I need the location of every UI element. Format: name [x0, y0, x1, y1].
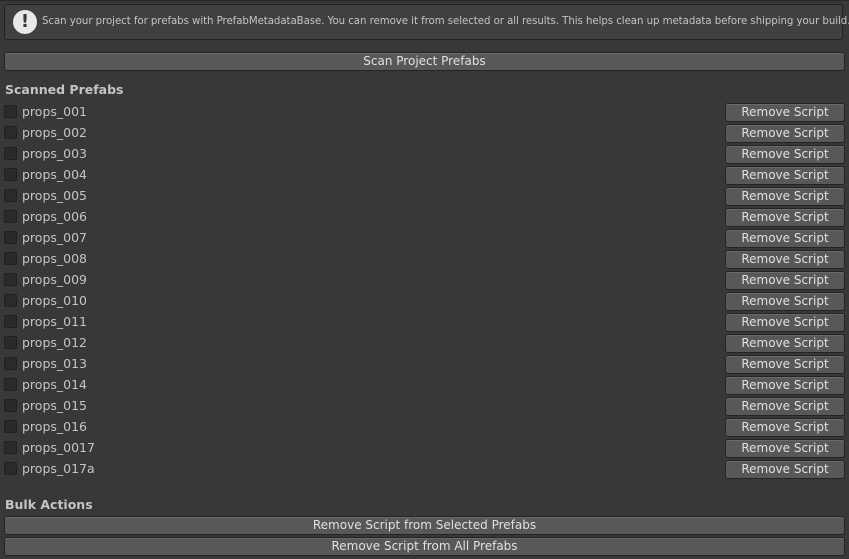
prefab-row: props_002 Remove Script [0, 123, 849, 144]
prefab-row: props_005 Remove Script [0, 186, 849, 207]
prefab-select-checkbox[interactable] [4, 105, 17, 118]
prefab-name: props_009 [22, 272, 88, 287]
prefab-select-checkbox[interactable] [4, 294, 17, 307]
remove-from-all-button[interactable]: Remove Script from All Prefabs [4, 537, 845, 556]
remove-script-button[interactable]: Remove Script [725, 124, 845, 143]
prefab-select-checkbox[interactable] [4, 420, 17, 433]
prefab-name: props_010 [22, 293, 88, 308]
prefab-name: props_017a [22, 461, 95, 476]
prefab-select-checkbox[interactable] [4, 231, 17, 244]
prefab-row: props_007 Remove Script [0, 228, 849, 249]
remove-script-button[interactable]: Remove Script [725, 103, 845, 122]
remove-script-button[interactable]: Remove Script [725, 208, 845, 227]
prefab-row: props_003 Remove Script [0, 144, 849, 165]
remove-script-button[interactable]: Remove Script [725, 460, 845, 479]
remove-script-button[interactable]: Remove Script [725, 334, 845, 353]
remove-script-button[interactable]: Remove Script [725, 187, 845, 206]
prefab-row: props_016 Remove Script [0, 417, 849, 438]
remove-script-button[interactable]: Remove Script [725, 166, 845, 185]
prefab-select-checkbox[interactable] [4, 315, 17, 328]
prefab-select-checkbox[interactable] [4, 336, 17, 349]
prefab-name: props_008 [22, 251, 88, 266]
prefab-select-checkbox[interactable] [4, 357, 17, 370]
remove-script-button[interactable]: Remove Script [725, 229, 845, 248]
prefab-row: props_004 Remove Script [0, 165, 849, 186]
prefab-select-checkbox[interactable] [4, 378, 17, 391]
prefab-name: props_001 [22, 104, 88, 119]
prefab-name: props_011 [22, 314, 88, 329]
prefab-row: props_013 Remove Script [0, 354, 849, 375]
prefab-row: props_008 Remove Script [0, 249, 849, 270]
prefab-select-checkbox[interactable] [4, 210, 17, 223]
prefab-select-checkbox[interactable] [4, 126, 17, 139]
prefab-name: props_014 [22, 377, 88, 392]
remove-script-button[interactable]: Remove Script [725, 292, 845, 311]
prefab-row: props_014 Remove Script [0, 375, 849, 396]
prefab-select-checkbox[interactable] [4, 168, 17, 181]
prefab-row: props_017a Remove Script [0, 459, 849, 480]
prefab-row: props_011 Remove Script [0, 312, 849, 333]
remove-from-selected-button[interactable]: Remove Script from Selected Prefabs [4, 516, 845, 535]
prefab-name: props_007 [22, 230, 88, 245]
remove-script-button[interactable]: Remove Script [725, 271, 845, 290]
prefab-select-checkbox[interactable] [4, 147, 17, 160]
window-top-border [0, 0, 849, 1]
prefab-name: props_013 [22, 356, 88, 371]
remove-script-button[interactable]: Remove Script [725, 355, 845, 374]
prefab-name: props_016 [22, 419, 88, 434]
prefab-name: props_0017 [22, 440, 95, 455]
remove-script-button[interactable]: Remove Script [725, 145, 845, 164]
prefab-select-checkbox[interactable] [4, 189, 17, 202]
prefab-row: props_009 Remove Script [0, 270, 849, 291]
exclamation-icon: ! [13, 10, 37, 34]
prefab-row: props_015 Remove Script [0, 396, 849, 417]
help-box: ! Scan your project for prefabs with Pre… [4, 4, 849, 40]
prefab-select-checkbox[interactable] [4, 252, 17, 265]
help-text: Scan your project for prefabs with Prefa… [42, 16, 849, 27]
prefab-row: props_006 Remove Script [0, 207, 849, 228]
remove-script-button[interactable]: Remove Script [725, 250, 845, 269]
prefab-row: props_012 Remove Script [0, 333, 849, 354]
prefab-row: props_010 Remove Script [0, 291, 849, 312]
remove-script-button[interactable]: Remove Script [725, 376, 845, 395]
prefab-row: props_0017 Remove Script [0, 438, 849, 459]
prefab-name: props_003 [22, 146, 88, 161]
bulk-actions-heading: Bulk Actions [5, 497, 93, 512]
prefab-name: props_015 [22, 398, 88, 413]
remove-script-button[interactable]: Remove Script [725, 439, 845, 458]
scan-project-prefabs-button[interactable]: Scan Project Prefabs [4, 52, 845, 71]
scanned-prefabs-heading: Scanned Prefabs [5, 82, 124, 97]
prefab-select-checkbox[interactable] [4, 273, 17, 286]
remove-script-button[interactable]: Remove Script [725, 418, 845, 437]
prefab-name: props_012 [22, 335, 88, 350]
prefab-name: props_006 [22, 209, 88, 224]
remove-script-button[interactable]: Remove Script [725, 397, 845, 416]
prefab-select-checkbox[interactable] [4, 462, 17, 475]
prefab-row: props_001 Remove Script [0, 102, 849, 123]
prefab-name: props_002 [22, 125, 88, 140]
prefab-name: props_005 [22, 188, 88, 203]
remove-script-button[interactable]: Remove Script [725, 313, 845, 332]
prefab-select-checkbox[interactable] [4, 399, 17, 412]
prefab-select-checkbox[interactable] [4, 441, 17, 454]
prefab-name: props_004 [22, 167, 88, 182]
